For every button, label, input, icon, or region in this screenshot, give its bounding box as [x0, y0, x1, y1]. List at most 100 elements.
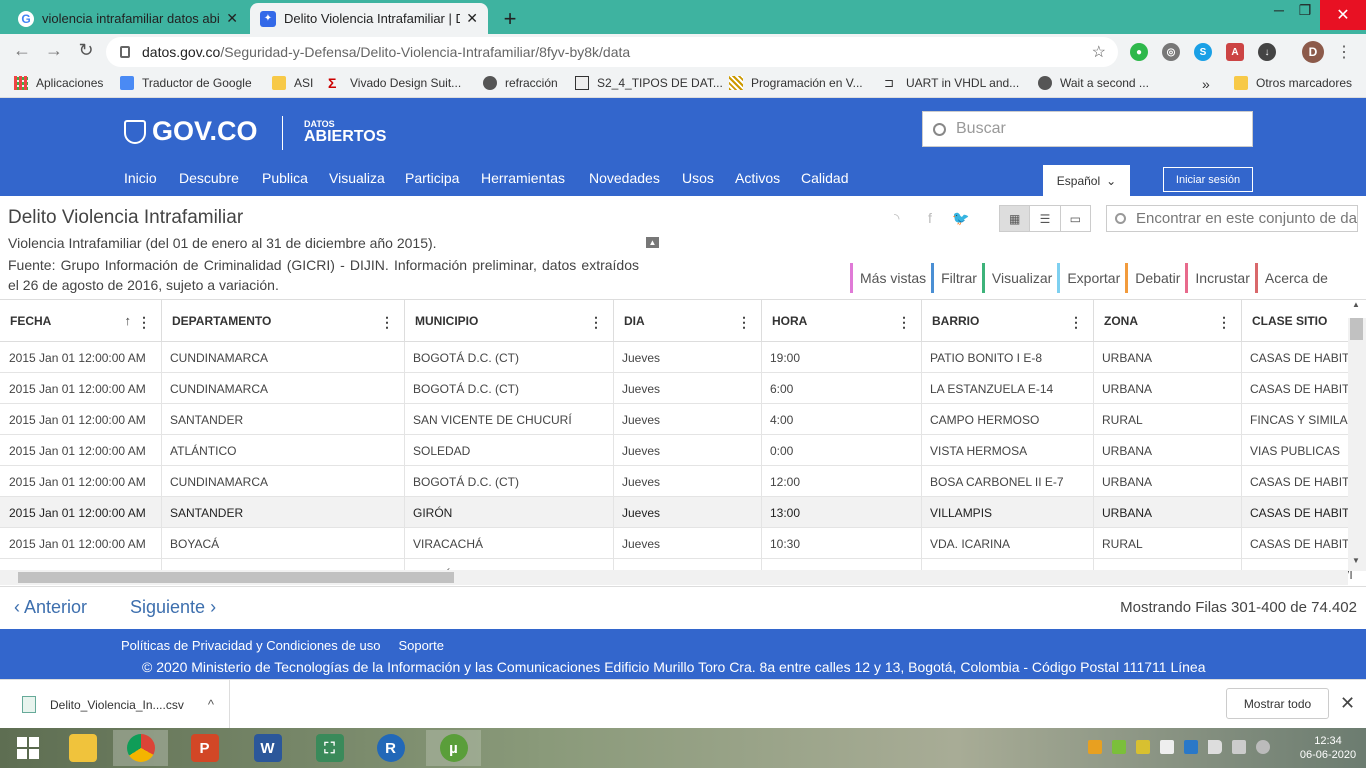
extension-green-icon[interactable]: ●: [1130, 43, 1148, 61]
taskbar-clock[interactable]: 12:34 06-06-2020: [1298, 734, 1358, 762]
tab-search-results[interactable]: G violencia intrafamiliar datos abier ✕: [8, 3, 248, 34]
tray-network-drive-icon[interactable]: [1184, 740, 1198, 754]
pdf-icon[interactable]: A: [1226, 43, 1244, 61]
site-search-input[interactable]: Buscar: [922, 111, 1253, 147]
new-tab-button[interactable]: +: [500, 6, 520, 32]
nav-novedades[interactable]: Novedades: [589, 170, 660, 186]
column-header-hora[interactable]: HORA ⋮: [762, 300, 922, 342]
nav-activos[interactable]: Activos: [735, 170, 780, 186]
scroll-up-icon[interactable]: ▲: [1352, 300, 1360, 309]
column-menu-icon[interactable]: ⋮: [137, 314, 151, 331]
vertical-scrollbar[interactable]: [1348, 318, 1366, 571]
gov-co-logo[interactable]: GOV.CO: [124, 116, 258, 147]
bookmark-refraccion[interactable]: refracción: [483, 76, 558, 90]
taskbar-utorrent[interactable]: µ: [426, 730, 481, 766]
extension-reel-icon[interactable]: ◎: [1162, 43, 1180, 61]
card-view-icon[interactable]: ▭: [1061, 206, 1090, 231]
table-row[interactable]: 2015 Jan 01 12:00:00 AM CUNDINAMARCA BOGOT…: [0, 373, 1366, 404]
bookmark-traductor[interactable]: Traductor de Google: [120, 76, 252, 90]
address-bar[interactable]: datos.gov.co/Seguridad-y-Defensa/Delito-…: [106, 37, 1118, 67]
login-button[interactable]: Iniciar sesión: [1163, 167, 1253, 192]
chevron-up-icon[interactable]: ^: [208, 697, 214, 712]
collapse-description-icon[interactable]: ▲: [646, 237, 659, 248]
nav-herramientas[interactable]: Herramientas: [481, 170, 565, 186]
rss-icon[interactable]: ◝: [894, 210, 899, 227]
taskbar-word[interactable]: W: [240, 730, 295, 766]
facebook-icon[interactable]: f: [928, 210, 932, 226]
profile-avatar[interactable]: D: [1302, 41, 1324, 63]
bookmark-asi[interactable]: ASI: [272, 76, 313, 90]
download-item[interactable]: Delito_Violencia_In....csv ^: [14, 680, 230, 729]
table-row[interactable]: 2015 Jan 01 12:00:00 AM SANTANDER SAN VICE…: [0, 404, 1366, 435]
close-icon[interactable]: ✕: [1340, 693, 1355, 714]
bookmarks-overflow-button[interactable]: »: [1202, 76, 1210, 92]
list-view-icon[interactable]: ☰: [1030, 206, 1061, 231]
language-select[interactable]: Español ⌄: [1043, 165, 1130, 196]
nav-descubre[interactable]: Descubre: [179, 170, 239, 186]
bookmark-wait[interactable]: Wait a second ...: [1038, 76, 1149, 90]
column-menu-icon[interactable]: ⋮: [380, 314, 394, 331]
action-acerca-de[interactable]: Acerca de: [1254, 263, 1333, 293]
taskbar-powerpoint[interactable]: P: [177, 730, 232, 766]
vertical-scroll-thumb[interactable]: [1350, 318, 1363, 340]
previous-page-button[interactable]: ‹ Anterior: [14, 597, 87, 618]
taskbar-chrome[interactable]: [113, 730, 168, 766]
privacy-link[interactable]: Políticas de Privacidad y Condiciones de…: [121, 638, 380, 653]
column-header-fecha[interactable]: FECHA ↑ ⋮: [0, 300, 162, 342]
taskbar-file-explorer[interactable]: [55, 730, 110, 766]
table-row[interactable]: 2015 Jan 01 12:00:00 AM CUNDINAMARCA BOGOT…: [0, 466, 1366, 497]
bookmark-star-icon[interactable]: ☆: [1092, 42, 1106, 62]
bookmark-tipos-datos[interactable]: S2_4_TIPOS DE DAT...: [575, 76, 723, 90]
skype-icon[interactable]: S: [1194, 43, 1212, 61]
column-menu-icon[interactable]: ⋮: [589, 314, 603, 331]
sort-ascending-icon[interactable]: ↑: [125, 313, 132, 328]
volume-icon[interactable]: [1208, 740, 1222, 754]
action-exportar[interactable]: Exportar: [1057, 263, 1125, 293]
column-menu-icon[interactable]: ⋮: [1217, 314, 1231, 331]
reload-icon[interactable]: ↻: [74, 40, 98, 61]
start-button[interactable]: [0, 730, 55, 766]
datos-abiertos-logo[interactable]: DATOS ABIERTOS: [304, 120, 386, 145]
tray-device-icon[interactable]: [1160, 740, 1174, 754]
close-icon[interactable]: ✕: [226, 10, 238, 27]
action-mas-vistas[interactable]: Más vistas: [850, 263, 931, 293]
twitter-icon[interactable]: 🐦: [952, 210, 969, 227]
support-link[interactable]: Soporte: [398, 638, 444, 653]
restore-icon[interactable]: ❐: [1290, 2, 1320, 19]
close-icon[interactable]: ✕: [466, 10, 478, 27]
nav-visualiza[interactable]: Visualiza: [329, 170, 385, 186]
column-header-dia[interactable]: DIA ⋮: [614, 300, 762, 342]
nav-calidad[interactable]: Calidad: [801, 170, 848, 186]
column-menu-icon[interactable]: ⋮: [737, 314, 751, 331]
nav-inicio[interactable]: Inicio: [124, 170, 157, 186]
tray-app-icon[interactable]: [1088, 740, 1102, 754]
taskbar-snip[interactable]: ⛶: [302, 730, 357, 766]
grid-view-icon[interactable]: ▦: [1000, 206, 1031, 231]
bookmark-vivado[interactable]: Σ Vivado Design Suit...: [328, 76, 461, 90]
column-header-departamento[interactable]: DEPARTAMENTO ⋮: [162, 300, 405, 342]
show-all-downloads-button[interactable]: Mostrar todo: [1226, 688, 1329, 719]
column-menu-icon[interactable]: ⋮: [1069, 314, 1083, 331]
next-page-button[interactable]: Siguiente ›: [130, 597, 216, 618]
bookmark-otros[interactable]: Otros marcadores: [1234, 76, 1352, 90]
dataset-search-input[interactable]: Encontrar en este conjunto de datos: [1106, 205, 1358, 232]
bookmark-apps[interactable]: Aplicaciones: [14, 76, 103, 90]
network-icon[interactable]: [1232, 740, 1246, 754]
column-menu-icon[interactable]: ⋮: [897, 314, 911, 331]
forward-arrow-icon[interactable]: →: [42, 40, 66, 61]
action-incrustar[interactable]: Incrustar: [1185, 263, 1254, 293]
tray-app2-icon[interactable]: [1136, 740, 1150, 754]
horizontal-scroll-thumb[interactable]: [18, 572, 454, 583]
nav-usos[interactable]: Usos: [682, 170, 714, 186]
speaker-icon[interactable]: [1256, 740, 1270, 754]
table-row[interactable]: 2015 Jan 01 12:00:00 AM BOYACÁ VIRACACHÁ Ju…: [0, 528, 1366, 559]
action-debatir[interactable]: Debatir: [1125, 263, 1185, 293]
column-header-municipio[interactable]: MUNICIPIO ⋮: [405, 300, 614, 342]
table-row[interactable]: 2015 Jan 01 12:00:00 AM SANTANDER GIRÓN Jue…: [0, 497, 1366, 528]
bookmark-programacion[interactable]: Programación en V...: [729, 76, 863, 90]
tab-dataset[interactable]: ✦ Delito Violencia Intrafamiliar | Da ✕: [250, 3, 488, 34]
scroll-down-icon[interactable]: ▼: [1352, 556, 1360, 565]
taskbar-r[interactable]: R: [363, 730, 418, 766]
back-arrow-icon[interactable]: ←: [10, 40, 34, 61]
download-icon[interactable]: ↓: [1258, 43, 1276, 61]
